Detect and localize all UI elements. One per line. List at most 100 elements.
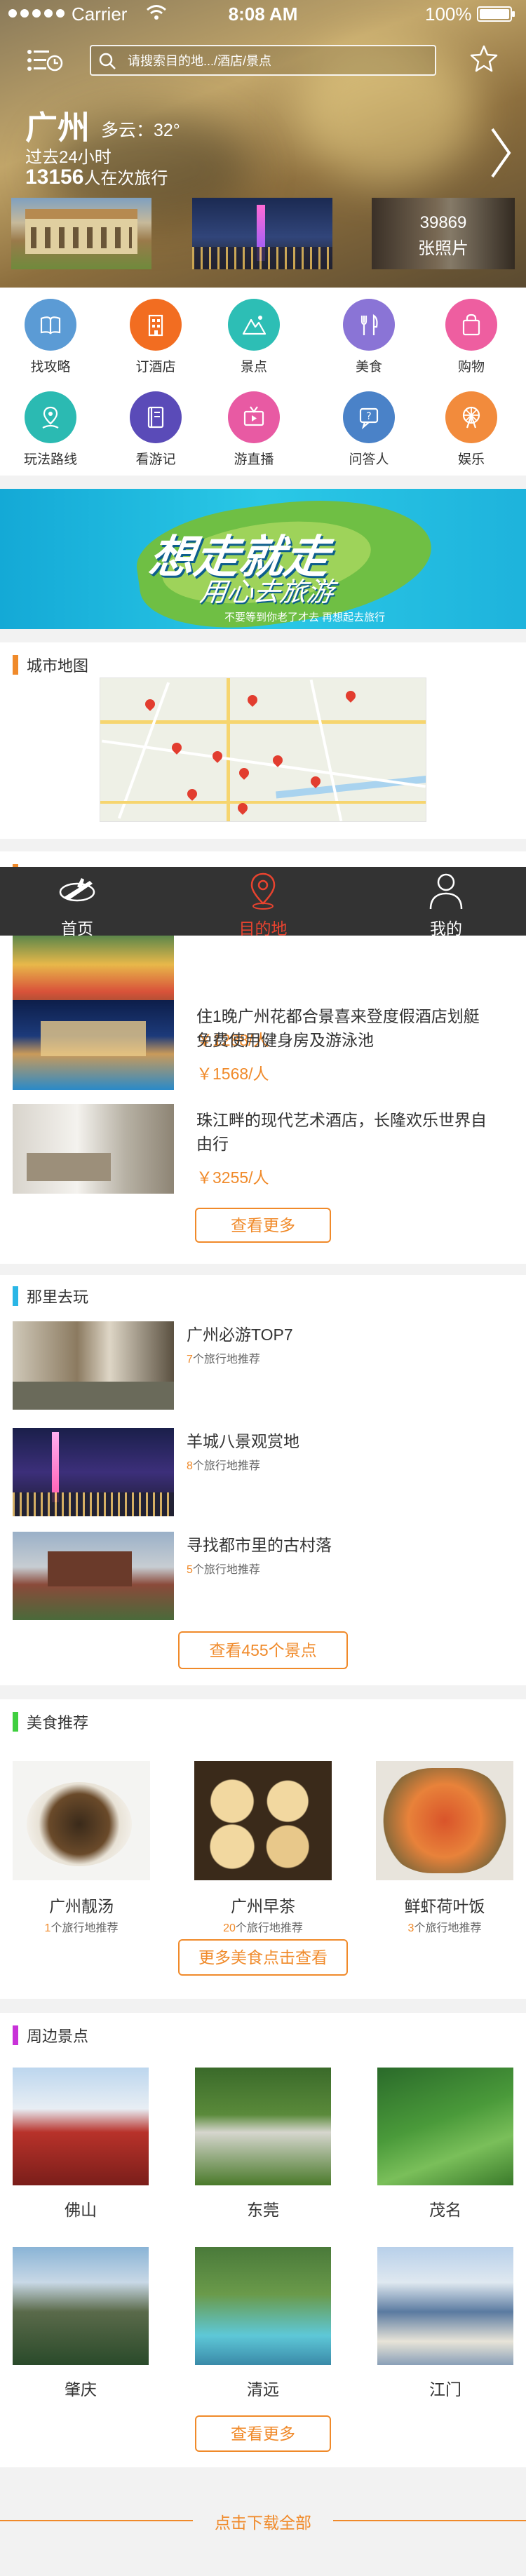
quick-entry-label: 找攻略 <box>30 360 71 375</box>
scenic-photo <box>13 2068 149 2185</box>
scenic-section-title: 周边景点 <box>27 2028 89 2045</box>
search-box[interactable] <box>90 45 436 76</box>
photo-gallery-link[interactable]: 39869 张照片 <box>372 198 515 269</box>
quick-entry-shopping-bag[interactable]: 购物 <box>436 299 506 375</box>
plane-globe-icon <box>59 878 95 902</box>
scenic-item[interactable]: 肇庆 <box>13 2247 149 2400</box>
hotel-item[interactable]: 住1晚广州花都合景喜来登度假酒店划艇免费使用健身房及游泳池 ￥1568/人 <box>13 1000 504 1091</box>
soup-bowl <box>27 1782 132 1866</box>
dim-sum-baskets <box>201 1771 325 1872</box>
hotel-item[interactable]: 珠江畔的现代艺术酒店，长隆欢乐世界自由行 ￥3255/人 <box>13 1104 504 1195</box>
quick-entry-label: 游直播 <box>234 452 274 467</box>
quick-entry-hotel[interactable]: 订酒店 <box>121 299 191 375</box>
scenic-item[interactable]: 江门 <box>377 2247 513 2400</box>
food-name: 广州早茶 <box>231 1897 295 1915</box>
scenic-item[interactable]: 东莞 <box>195 2068 331 2220</box>
tab-destination[interactable]: 目的地 <box>193 867 333 938</box>
food-more-button[interactable]: 更多美食点击查看 <box>178 1939 348 1976</box>
play-more-button[interactable]: 查看455个景点 <box>178 1631 348 1669</box>
scenic-more-button[interactable]: 查看更多 <box>195 2415 331 2452</box>
scenic-item[interactable]: 清远 <box>195 2247 331 2400</box>
tower-shape <box>52 1432 59 1502</box>
bottom-tab-bar: 首页 目的地 我的 <box>0 867 526 938</box>
map-road <box>309 679 343 821</box>
section-title: 美食推荐 <box>13 1712 88 1732</box>
food-photo <box>194 1761 332 1880</box>
search-input[interactable] <box>128 50 422 72</box>
play-item[interactable]: 羊城八景观赏地 8个旅行地推荐 <box>13 1428 504 1518</box>
food-photo <box>13 1761 150 1880</box>
quick-entry-book[interactable]: 找攻略 <box>15 299 86 375</box>
food-count-suffix: 个旅行地推荐 <box>50 1922 119 1934</box>
quick-entry-ferris-wheel[interactable]: 娱乐 <box>436 391 506 468</box>
photo-count-label: 张照片 <box>418 239 468 258</box>
favorite-star-icon[interactable] <box>468 43 499 74</box>
scenic-photo <box>195 2247 331 2365</box>
tab-home[interactable]: 首页 <box>7 867 147 938</box>
village-building <box>48 1551 132 1586</box>
fork-knife-icon <box>343 299 395 351</box>
photo-count: 39869 <box>419 213 467 232</box>
quick-entry-notebook[interactable]: 看游记 <box>121 391 191 468</box>
hotel-icon <box>130 299 182 351</box>
map-pin-icon[interactable] <box>143 697 157 711</box>
quick-entry-chat-question[interactable]: ? 问答人 <box>334 391 404 468</box>
map-pin-icon[interactable] <box>245 693 259 707</box>
map-pin-icon[interactable] <box>185 787 199 801</box>
map-road <box>101 739 426 788</box>
map-road <box>100 720 426 724</box>
room-furniture <box>27 1153 111 1181</box>
banner-subline: 用心去旅游 <box>198 578 336 607</box>
chat-question-icon: ? <box>343 391 395 443</box>
play-count: 7个旅行地推荐 <box>187 1349 260 1366</box>
tab-label: 我的 <box>430 919 462 938</box>
mountain-icon <box>228 299 280 351</box>
food-count: 3个旅行地推荐 <box>376 1918 513 1935</box>
city-map[interactable] <box>100 677 426 822</box>
menu-clock-icon[interactable] <box>27 49 63 73</box>
city-map-section: 城市地图 <box>0 642 526 839</box>
location-pin-icon <box>250 872 276 910</box>
notebook-icon <box>130 391 182 443</box>
quick-entry-label: 景点 <box>240 360 267 375</box>
map-section-title: 城市地图 <box>27 657 89 675</box>
hotel-price: ￥3255/人 <box>196 1168 269 1187</box>
play-title: 广州必游TOP7 <box>187 1326 293 1344</box>
quick-entry-tv[interactable]: 游直播 <box>219 391 289 468</box>
food-name: 广州靓汤 <box>49 1897 114 1915</box>
quick-entry-route-pin[interactable]: 玩法路线 <box>15 391 86 468</box>
chevron-right-icon[interactable] <box>488 125 513 181</box>
map-pin-icon[interactable] <box>237 766 251 780</box>
quick-entry-mountain[interactable]: 景点 <box>219 299 289 375</box>
river <box>276 775 426 799</box>
map-pin-icon[interactable] <box>344 689 358 703</box>
food-count: 1个旅行地推荐 <box>13 1918 150 1935</box>
map-pin-icon[interactable] <box>210 749 224 763</box>
photo-canton-tower[interactable] <box>192 198 332 269</box>
download-all-link[interactable]: 点击下载全部 <box>193 2509 333 2532</box>
food-item[interactable]: 鲜虾荷叶饭 3个旅行地推荐 <box>376 1761 513 1935</box>
food-item[interactable]: 广州早茶 20个旅行地推荐 <box>194 1761 332 1935</box>
search-bar-row <box>0 43 526 79</box>
city-lights <box>13 1492 174 1516</box>
scenic-item[interactable]: 茂名 <box>377 2068 513 2220</box>
section-accent-bar <box>13 1286 18 1306</box>
promo-banner[interactable]: 想走就走 用心去旅游 不要等到你老了才去 再想起去旅行 <box>0 489 526 629</box>
scenic-photo <box>377 2247 513 2365</box>
food-item[interactable]: 广州靓汤 1个旅行地推荐 <box>13 1761 150 1935</box>
quick-entry-fork-knife[interactable]: 美食 <box>334 299 404 375</box>
photo-historic-building[interactable] <box>11 198 151 269</box>
scenic-photo <box>195 2068 331 2185</box>
play-count-number: 7 <box>187 1354 193 1365</box>
play-item[interactable]: 寻找都市里的古村落 5个旅行地推荐 <box>13 1532 504 1621</box>
resort-building <box>41 1021 146 1056</box>
map-road <box>100 801 426 804</box>
scenic-photo <box>377 2068 513 2185</box>
play-item[interactable]: 广州必游TOP7 7个旅行地推荐 <box>13 1321 504 1411</box>
quick-entry-label: 购物 <box>457 360 485 375</box>
section-title: 周边景点 <box>13 2025 88 2045</box>
hotel-more-button[interactable]: 查看更多 <box>195 1208 331 1243</box>
scenic-name: 茂名 <box>429 2201 461 2219</box>
tab-profile[interactable]: 我的 <box>376 867 516 938</box>
scenic-item[interactable]: 佛山 <box>13 2068 149 2220</box>
